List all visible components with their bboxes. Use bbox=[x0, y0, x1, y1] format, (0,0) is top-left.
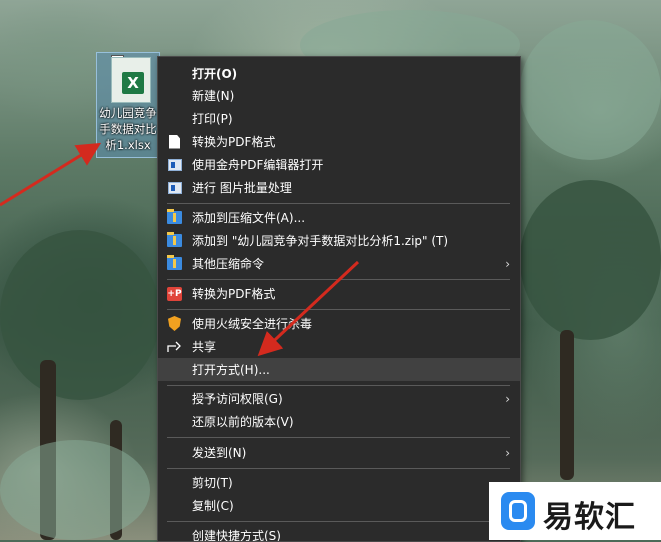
watermark-text: 易软汇 bbox=[543, 500, 636, 535]
annotation-arrow-file bbox=[0, 142, 102, 207]
watermark: 易软汇 bbox=[489, 482, 661, 540]
brand-logo-icon bbox=[501, 492, 535, 530]
annotation-arrow-open-with bbox=[257, 260, 360, 357]
annotation-arrows bbox=[0, 142, 360, 357]
